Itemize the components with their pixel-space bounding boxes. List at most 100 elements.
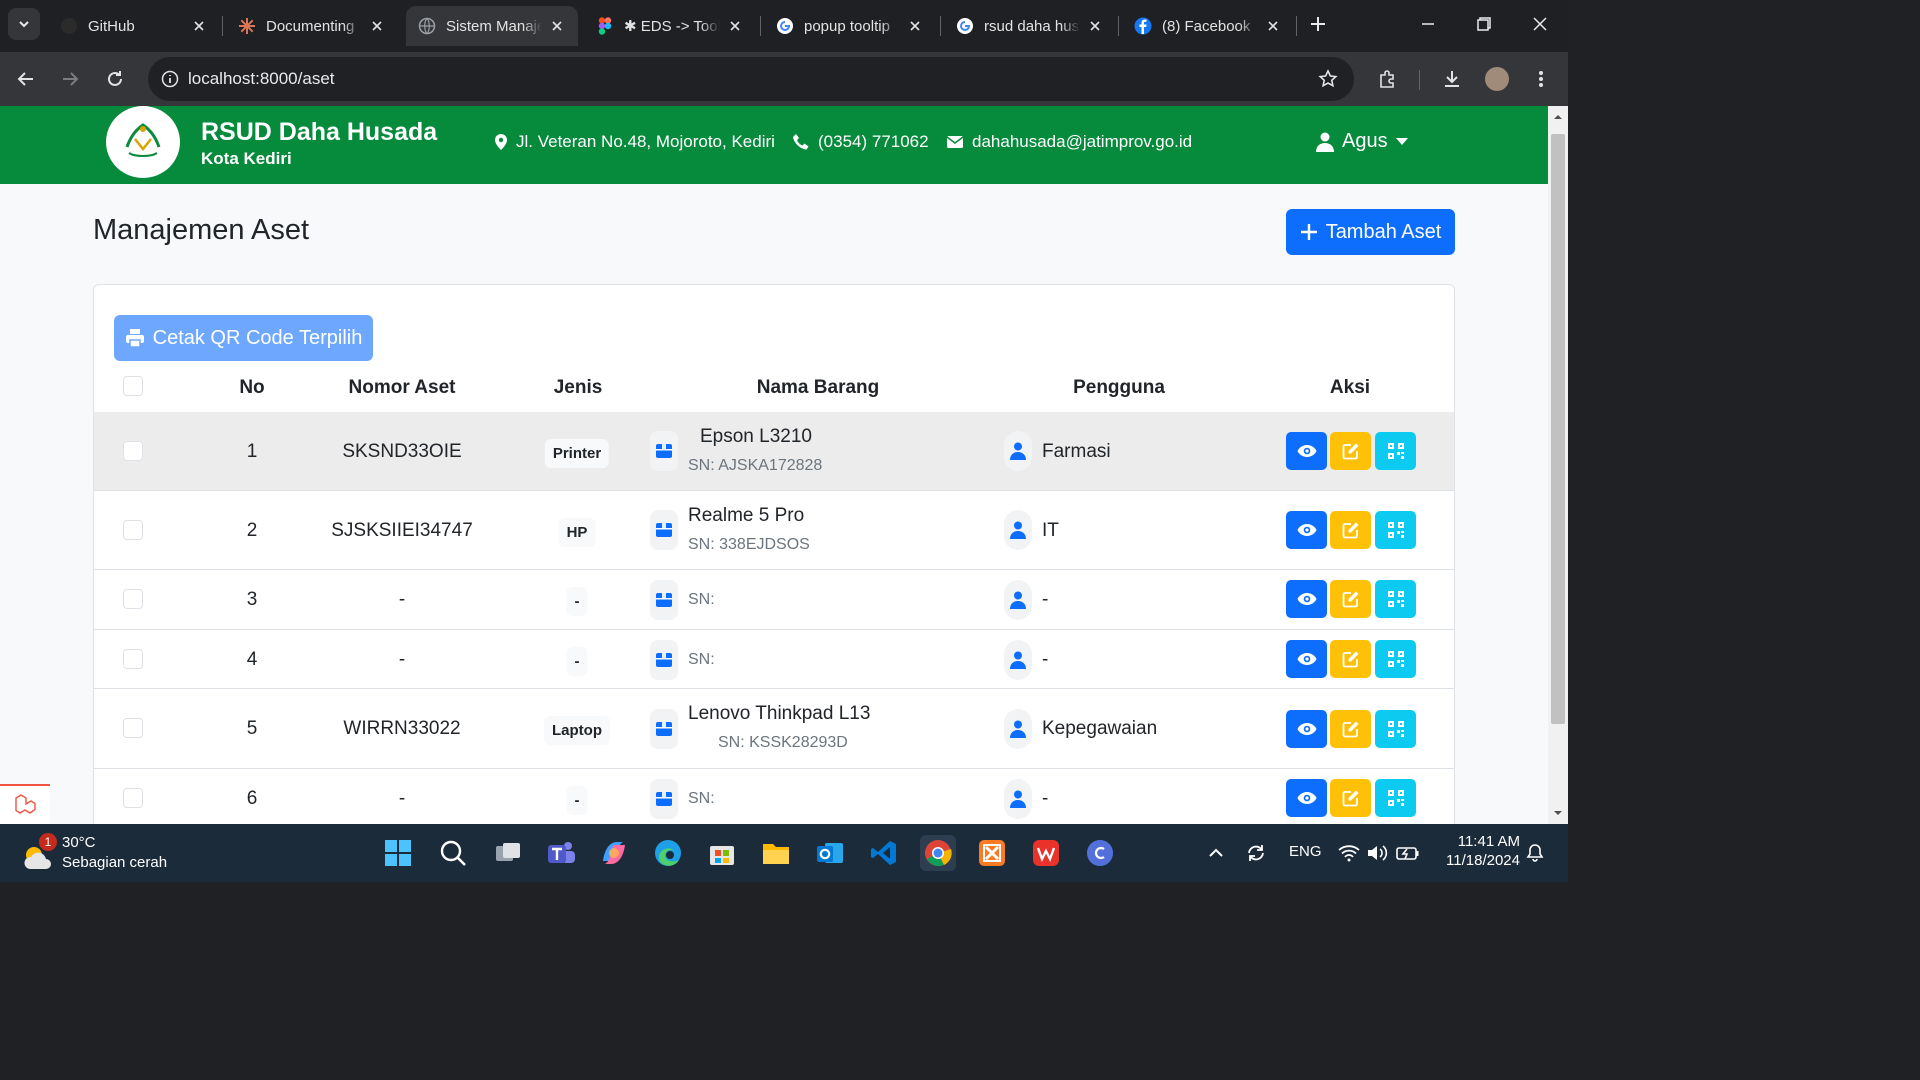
print-qr-button[interactable]: Cetak QR Code Terpilih bbox=[114, 315, 373, 361]
wps-office-icon[interactable] bbox=[1028, 835, 1064, 871]
new-tab-button[interactable] bbox=[1292, 0, 1344, 48]
restore-button[interactable] bbox=[1456, 0, 1512, 48]
view-button[interactable] bbox=[1286, 580, 1327, 618]
sync-icon[interactable] bbox=[1240, 835, 1272, 871]
type-badge: - bbox=[566, 587, 588, 616]
close-icon[interactable] bbox=[726, 17, 744, 35]
tab-popup-tooltip[interactable]: popup tooltip bbox=[764, 6, 936, 46]
eye-icon bbox=[1297, 723, 1316, 735]
view-button[interactable] bbox=[1286, 511, 1327, 549]
tab-github[interactable]: GitHub bbox=[48, 6, 220, 46]
asset-number: SJSKSIIEI34747 bbox=[331, 520, 473, 541]
user-menu[interactable]: Agus bbox=[1316, 130, 1408, 153]
close-icon[interactable] bbox=[190, 17, 208, 35]
edit-button[interactable] bbox=[1330, 710, 1371, 748]
language-indicator[interactable]: ENG bbox=[1289, 843, 1322, 860]
close-window-button[interactable] bbox=[1512, 0, 1568, 48]
store-icon[interactable] bbox=[704, 835, 740, 871]
search-icon[interactable] bbox=[435, 835, 471, 871]
menu-button[interactable] bbox=[1525, 63, 1557, 95]
file-explorer-icon[interactable] bbox=[758, 835, 794, 871]
laravel-debugbar-icon[interactable] bbox=[0, 784, 50, 824]
page-scrollbar[interactable] bbox=[1548, 106, 1568, 824]
edit-button[interactable] bbox=[1330, 432, 1371, 470]
add-asset-button[interactable]: Tambah Aset bbox=[1286, 209, 1455, 255]
start-icon[interactable] bbox=[380, 835, 416, 871]
reload-button[interactable] bbox=[99, 63, 131, 95]
close-icon[interactable] bbox=[1086, 17, 1104, 35]
outlook-icon[interactable] bbox=[812, 835, 848, 871]
facebook-icon bbox=[1134, 17, 1152, 35]
close-icon[interactable] bbox=[1264, 17, 1282, 35]
view-button[interactable] bbox=[1286, 710, 1327, 748]
row-checkbox[interactable] bbox=[123, 649, 143, 669]
type-badge: Printer bbox=[544, 439, 610, 468]
tab-facebook[interactable]: (8) Facebook bbox=[1122, 6, 1294, 46]
print-qr-label: Cetak QR Code Terpilih bbox=[152, 326, 363, 349]
chrome-icon[interactable] bbox=[920, 835, 956, 871]
edge-icon[interactable] bbox=[650, 835, 686, 871]
qr-button[interactable] bbox=[1375, 580, 1416, 618]
battery-icon[interactable] bbox=[1393, 835, 1423, 871]
qrcode-icon bbox=[1387, 790, 1404, 806]
edit-button[interactable] bbox=[1330, 580, 1371, 618]
teams-icon[interactable] bbox=[543, 835, 579, 871]
view-button[interactable] bbox=[1286, 779, 1327, 817]
row-checkbox[interactable] bbox=[123, 520, 143, 540]
vscode-icon[interactable] bbox=[866, 835, 902, 871]
type-badge: HP bbox=[558, 518, 596, 547]
item-name: Lenovo Thinkpad L13 bbox=[688, 703, 871, 724]
scroll-up-icon[interactable] bbox=[1548, 110, 1568, 124]
qr-button[interactable] bbox=[1375, 511, 1416, 549]
clock[interactable]: 11:41 AM 11/18/2024 bbox=[1434, 833, 1520, 869]
select-all-checkbox[interactable] bbox=[123, 376, 143, 396]
tab-rsud-search[interactable]: rsud daha husada bbox=[944, 6, 1116, 46]
item-name: Epson L3210 bbox=[700, 426, 812, 447]
xampp-icon[interactable] bbox=[974, 835, 1010, 871]
chevron-up-icon[interactable] bbox=[1200, 835, 1232, 871]
qr-button[interactable] bbox=[1375, 710, 1416, 748]
task-view-icon[interactable] bbox=[490, 835, 526, 871]
profile-button[interactable] bbox=[1481, 63, 1513, 95]
close-icon[interactable] bbox=[906, 17, 924, 35]
scroll-down-icon[interactable] bbox=[1548, 806, 1568, 820]
site-info-icon[interactable] bbox=[160, 69, 180, 89]
tab-eds-tools[interactable]: ✱ EDS -> Tools bbox=[584, 6, 756, 46]
view-button[interactable] bbox=[1286, 640, 1327, 678]
row-checkbox[interactable] bbox=[123, 788, 143, 808]
user-icon bbox=[1004, 510, 1032, 550]
address-bar[interactable]: localhost:8000/aset bbox=[148, 57, 1354, 101]
minimize-button[interactable] bbox=[1400, 0, 1456, 48]
canva-icon[interactable] bbox=[1082, 835, 1118, 871]
edit-button[interactable] bbox=[1330, 511, 1371, 549]
notification-bell-icon[interactable] bbox=[1520, 835, 1550, 871]
extensions-button[interactable] bbox=[1372, 63, 1404, 95]
row-checkbox[interactable] bbox=[123, 441, 143, 461]
edit-button[interactable] bbox=[1330, 640, 1371, 678]
close-icon[interactable] bbox=[368, 17, 386, 35]
volume-icon[interactable] bbox=[1362, 835, 1392, 871]
qr-button[interactable] bbox=[1375, 779, 1416, 817]
forward-button[interactable] bbox=[54, 63, 86, 95]
edit-button[interactable] bbox=[1330, 779, 1371, 817]
close-icon[interactable] bbox=[548, 17, 566, 35]
star-icon[interactable] bbox=[1318, 69, 1338, 94]
back-button[interactable] bbox=[10, 63, 42, 95]
google-icon bbox=[776, 17, 794, 35]
view-button[interactable] bbox=[1286, 432, 1327, 470]
user-name: IT bbox=[1042, 520, 1059, 541]
clock-time: 11:41 AM bbox=[1457, 833, 1520, 850]
row-checkbox[interactable] bbox=[123, 589, 143, 609]
downloads-button[interactable] bbox=[1436, 63, 1468, 95]
qr-button[interactable] bbox=[1375, 432, 1416, 470]
scrollbar-thumb[interactable] bbox=[1551, 134, 1565, 724]
wifi-icon[interactable] bbox=[1334, 835, 1364, 871]
qr-button[interactable] bbox=[1375, 640, 1416, 678]
copilot-icon[interactable] bbox=[596, 835, 632, 871]
tab-sistem-manajemen[interactable]: Sistem Manajemen Aset bbox=[406, 6, 578, 46]
box-icon bbox=[650, 640, 678, 680]
row-no: 6 bbox=[246, 788, 258, 809]
tab-list-button[interactable] bbox=[8, 8, 40, 40]
tab-documenting[interactable]: Documenting bbox=[226, 6, 398, 46]
row-checkbox[interactable] bbox=[123, 718, 143, 738]
